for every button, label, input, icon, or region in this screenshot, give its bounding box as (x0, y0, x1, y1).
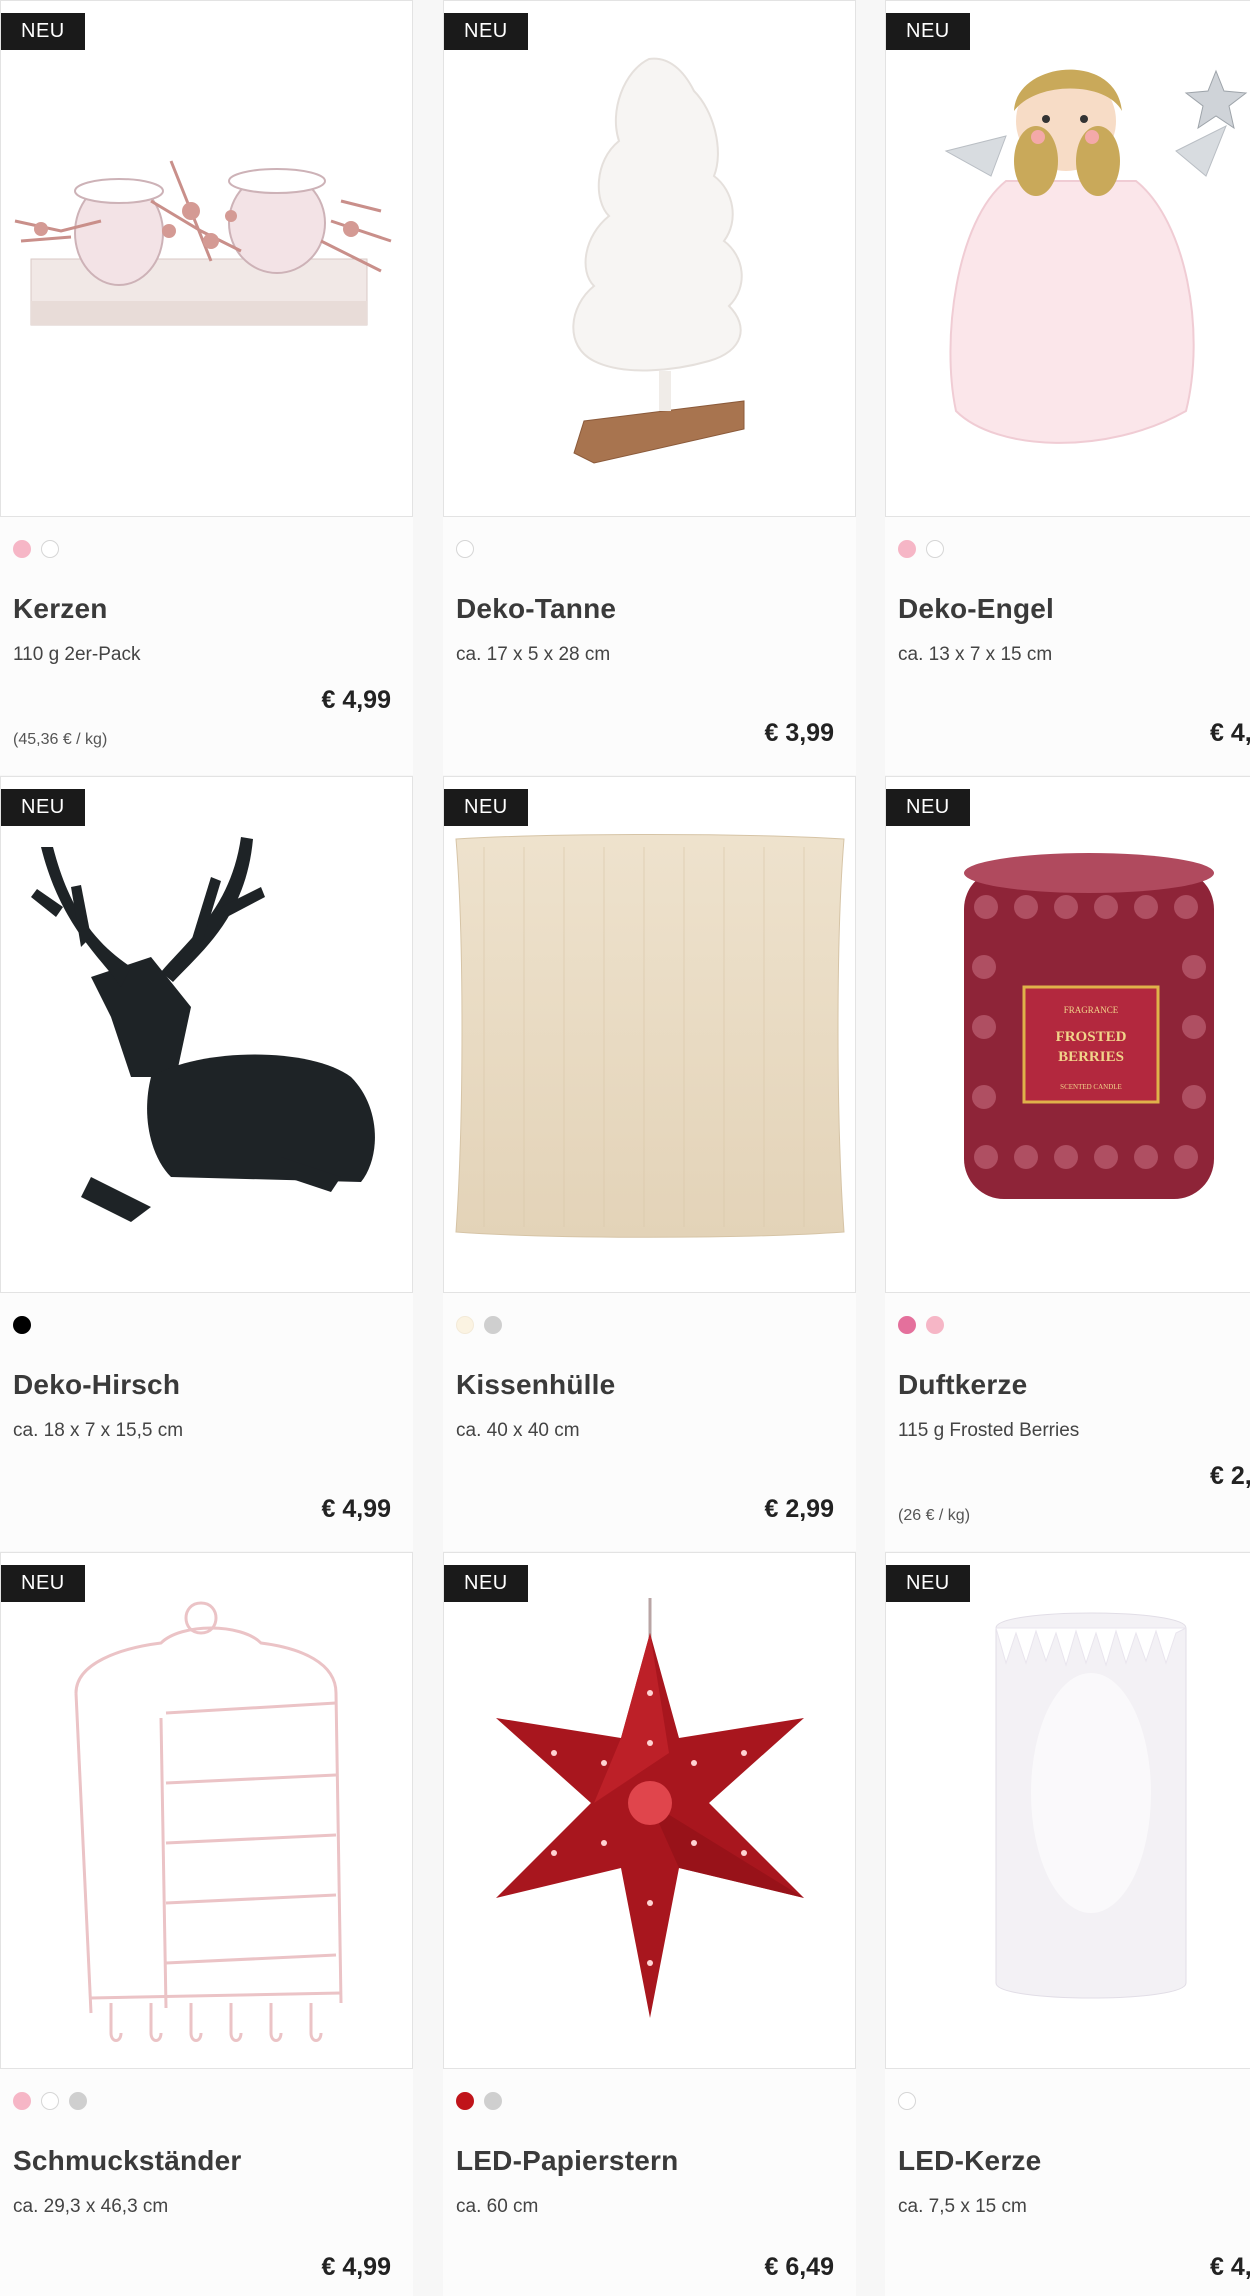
color-swatches (13, 540, 59, 560)
new-badge: NEU (886, 13, 970, 50)
product-description: ca. 17 x 5 x 28 cm (456, 644, 611, 665)
product-name[interactable]: LED-Kerze (898, 2145, 1041, 2177)
new-badge: NEU (886, 789, 970, 826)
product-description: ca. 18 x 7 x 15,5 cm (13, 1420, 184, 1441)
product-name[interactable]: Deko-Tanne (456, 593, 616, 625)
scented-candle-icon: FRAGRANCE FROSTED BERRIES SCENTED CANDLE (964, 853, 1214, 1199)
product-name[interactable]: LED-Papierstern (456, 2145, 678, 2177)
swatch-cream[interactable] (456, 1316, 474, 1334)
product-name[interactable]: Schmuckständer (13, 2145, 241, 2177)
swatch-pink[interactable] (926, 1316, 944, 1334)
product-card-kissenhuelle[interactable]: NEU Kissenhülle ca. 40 x 40 cm € 2,99 (443, 776, 856, 1551)
product-name[interactable]: Deko-Engel (898, 593, 1054, 625)
swatch-pink[interactable] (898, 540, 916, 558)
product-name[interactable]: Kissenhülle (456, 1369, 615, 1401)
angel-icon (944, 69, 1248, 444)
product-card-led-papierstern[interactable]: NEU LED-Papierstern ca. 60 cm € 6,49 (443, 1552, 856, 2296)
product-price: € 3,99 (764, 719, 834, 747)
color-swatches (456, 540, 474, 560)
product-image-link[interactable]: NEU (443, 1552, 856, 2069)
product-card-led-kerze[interactable]: NEU LED-Kerze ca. 7,5 x 15 cm € 4, (885, 1552, 1250, 2296)
product-description: ca. 7,5 x 15 cm (898, 2196, 1027, 2217)
product-name[interactable]: Kerzen (13, 593, 108, 625)
product-image-link[interactable]: NEU (443, 0, 856, 517)
color-swatches (898, 540, 944, 560)
unit-price: (45,36 € / kg) (13, 731, 108, 748)
swatch-white[interactable] (926, 540, 944, 558)
new-badge: NEU (444, 1565, 528, 1602)
product-description: 110 g 2er-Pack (13, 644, 141, 665)
new-badge: NEU (886, 1565, 970, 1602)
svg-text:FROSTED: FROSTED (1056, 1029, 1127, 1045)
candle-holder-icon (14, 160, 392, 326)
product-description: ca. 13 x 7 x 15 cm (898, 644, 1053, 665)
product-image-link[interactable]: NEU (443, 776, 856, 1293)
product-card-deko-engel[interactable]: NEU Deko-Engel ca. 13 x 7 x 15 cm € 4, (885, 0, 1250, 775)
product-image-link[interactable]: NEU FRAGRANCE FROSTED BERRIES SCENTED CA… (885, 776, 1250, 1293)
product-card-deko-tanne[interactable]: NEU Deko-Tanne ca. 17 x 5 x 28 cm € 3,99 (443, 0, 856, 775)
swatch-red[interactable] (456, 2092, 474, 2110)
product-card-schmuckstaender[interactable]: NEU Schmuckständer ca. 29,3 x 46,3 cm € … (0, 1552, 413, 2296)
product-price: € 4,99 (321, 1495, 391, 1523)
product-image-link[interactable]: NEU (885, 1552, 1250, 2069)
product-card-duftkerze[interactable]: NEU FRAGRANCE FROSTED BERRIES SCENTED CA… (885, 776, 1250, 1551)
color-swatches (456, 2092, 502, 2112)
product-price: € 2, (1210, 1462, 1250, 1490)
fir-tree-icon (572, 57, 745, 464)
product-grid: NEU Kerzen 110 g 2er-Pack € 4,99 (45,36 … (0, 0, 1250, 2296)
product-image-link[interactable]: NEU (0, 0, 413, 517)
unit-price: (26 € / kg) (898, 1507, 971, 1524)
swatch-pink[interactable] (13, 540, 31, 558)
product-price: € 6,49 (764, 2253, 834, 2281)
swatch-grey[interactable] (484, 1316, 502, 1334)
product-price: € 4,99 (321, 2253, 391, 2281)
product-card-kerzen[interactable]: NEU Kerzen 110 g 2er-Pack € 4,99 (45,36 … (0, 0, 413, 775)
product-price: € 4, (1210, 719, 1250, 747)
swatch-pink[interactable] (13, 2092, 31, 2110)
product-price: € 4,99 (321, 686, 391, 714)
color-swatches (898, 1316, 944, 1336)
cushion-icon (455, 834, 845, 1238)
swatch-white[interactable] (41, 2092, 59, 2110)
swatch-dark-pink[interactable] (898, 1316, 916, 1334)
swatch-white[interactable] (456, 540, 474, 558)
product-image-link[interactable]: NEU (0, 776, 413, 1293)
product-description: 115 g Frosted Berries (898, 1420, 1080, 1441)
color-swatches (13, 1316, 31, 1336)
svg-text:BERRIES: BERRIES (1058, 1049, 1124, 1065)
product-card-deko-hirsch[interactable]: NEU Deko-Hirsch ca. 18 x 7 x 15,5 cm € 4… (0, 776, 413, 1551)
new-badge: NEU (444, 789, 528, 826)
product-description: ca. 60 cm (456, 2196, 539, 2217)
product-image-link[interactable]: NEU (885, 0, 1250, 517)
product-name[interactable]: Deko-Hirsch (13, 1369, 180, 1401)
swatch-grey[interactable] (69, 2092, 87, 2110)
led-candle-icon (995, 1612, 1187, 1999)
new-badge: NEU (444, 13, 528, 50)
product-description: ca. 40 x 40 cm (456, 1420, 580, 1441)
product-image-link[interactable]: NEU (0, 1552, 413, 2069)
swatch-white[interactable] (898, 2092, 916, 2110)
product-price: € 2,99 (764, 1495, 834, 1523)
candle-label-small: FRAGRANCE (1064, 1005, 1119, 1015)
color-swatches (456, 1316, 502, 1336)
candle-label-bottom: SCENTED CANDLE (1060, 1083, 1122, 1091)
swatch-white[interactable] (41, 540, 59, 558)
deer-icon (31, 837, 375, 1222)
product-description: ca. 29,3 x 46,3 cm (13, 2196, 169, 2217)
jewelry-stand-icon (74, 1601, 343, 2042)
new-badge: NEU (1, 1565, 85, 1602)
paper-star-icon (496, 1598, 804, 2018)
swatch-black[interactable] (13, 1316, 31, 1334)
new-badge: NEU (1, 789, 85, 826)
swatch-grey[interactable] (484, 2092, 502, 2110)
product-price: € 4, (1210, 2253, 1250, 2281)
color-swatches (898, 2092, 916, 2112)
color-swatches (13, 2092, 87, 2112)
new-badge: NEU (1, 13, 85, 50)
product-name[interactable]: Duftkerze (898, 1369, 1027, 1401)
